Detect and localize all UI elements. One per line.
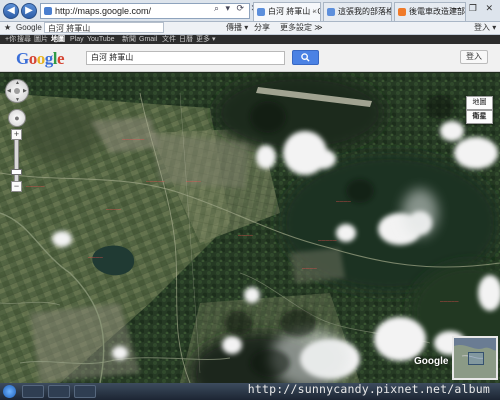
pan-down-icon[interactable]: ▼ (15, 97, 20, 103)
gbar-item[interactable]: 搜尋 (17, 35, 31, 44)
browser-login-button[interactable]: 登入 ▾ (474, 22, 496, 34)
login-button[interactable]: 登入 (460, 50, 488, 64)
tab-maps[interactable]: 白河 將軍山 - Google ... × (253, 2, 321, 21)
tab-yahoo[interactable]: 這張我的部落格 - Yahoo!... (323, 2, 392, 21)
toolbar-search-input[interactable]: 白河 將軍山 (44, 22, 164, 33)
pegman-icon[interactable]: ● (8, 109, 26, 127)
maps-search-input[interactable]: 白河 將軍山 (86, 51, 285, 65)
tab-close-icon[interactable]: × (312, 3, 317, 21)
gbar-item-active[interactable]: 地圖 (51, 35, 65, 44)
place-label[interactable]: ──── (106, 207, 121, 213)
maps-header: Google 白河 將軍山 登入 (0, 44, 500, 72)
taskbar-item[interactable] (48, 385, 70, 398)
place-label[interactable]: ───── (440, 299, 459, 305)
overview-minimap[interactable] (452, 336, 498, 380)
start-button-icon[interactable] (3, 385, 16, 398)
watermark-url: http://sunnycandy.pixnet.net/album (247, 382, 490, 396)
gbar-item[interactable]: Play (70, 35, 84, 44)
zoom-slider-knob[interactable] (11, 169, 22, 175)
search-button[interactable] (292, 50, 319, 65)
place-label[interactable]: ──── (302, 266, 317, 272)
place-label[interactable]: ──── (336, 199, 351, 205)
satellite-imagery (0, 73, 500, 383)
pan-up-icon[interactable]: ▲ (15, 80, 20, 86)
place-label[interactable]: ──── (88, 255, 103, 261)
taskbar-item[interactable] (22, 385, 44, 398)
place-label[interactable]: ───── (318, 238, 337, 244)
pan-right-icon[interactable]: ▶ (23, 88, 27, 94)
browser-command-bar: ★ Google 白河 將軍山 傳播 ▾ 分享 更多設定 ≫ 登入 ▾ (0, 22, 500, 35)
back-arrow-icon[interactable]: ◀ (3, 3, 19, 19)
forward-arrow-icon[interactable]: ▶ (21, 3, 37, 19)
site-favicon (44, 7, 52, 15)
search-icon (301, 53, 310, 62)
place-label[interactable]: ───── (146, 179, 165, 185)
place-label[interactable]: ───── (26, 184, 45, 190)
google-logo[interactable]: Google (16, 49, 65, 69)
share-button[interactable]: 分享 (254, 22, 270, 34)
zoom-in-button[interactable]: + (11, 129, 22, 140)
satellite-map[interactable]: ────── ───── ──── ──── ───── ──── ───── … (0, 73, 500, 383)
satellite-type-button[interactable]: 衛星 (466, 110, 493, 124)
taskbar-item[interactable] (74, 385, 96, 398)
gbar-item[interactable]: YouTube (87, 35, 115, 44)
gbar-item[interactable]: +你 (5, 35, 16, 44)
more-settings-button[interactable]: 更多設定 ≫ (280, 22, 323, 34)
zoom-out-button[interactable]: − (11, 181, 22, 192)
pan-left-icon[interactable]: ◀ (7, 88, 11, 94)
browser-titlebar: ◀ ▶ http://maps.google.com/ ⌕ ▾ ⟳ ✕ 白河 將… (0, 0, 500, 22)
pan-center (14, 88, 20, 94)
tab-label: 這張我的部落格 - Yahoo!... (338, 7, 392, 16)
gbar-item[interactable]: 更多 ▾ (196, 35, 215, 44)
google-black-bar: +你 搜尋 圖片 地圖 Play YouTube 新聞 Gmail 文件 日曆 … (0, 35, 500, 44)
pan-control[interactable]: ▲ ▼ ◀ ▶ (5, 79, 29, 103)
tab-favicon (398, 8, 406, 16)
toolbar-extra[interactable]: 傳播 ▾ (226, 22, 248, 34)
gbar-item[interactable]: 新聞 (122, 35, 136, 44)
minimap-viewport[interactable] (468, 352, 484, 365)
address-text: http://maps.google.com/ (55, 6, 152, 16)
place-label[interactable]: ──── (186, 179, 201, 185)
gbar-item[interactable]: 日曆 (179, 35, 193, 44)
gbar-item[interactable]: Gmail (139, 35, 157, 44)
map-corner-logo: Google (414, 356, 449, 367)
window-controls[interactable]: — ❐ ✕ (451, 3, 496, 14)
google-toolbar-label: Google (16, 23, 42, 32)
tab-favicon (327, 8, 335, 16)
place-label[interactable]: ────── (122, 137, 144, 143)
map-type-button[interactable]: 地圖 (466, 96, 493, 110)
gbar-item[interactable]: 文件 (162, 35, 176, 44)
favorites-star-icon[interactable]: ★ (4, 22, 11, 34)
place-label[interactable]: ──── (238, 233, 253, 239)
tab-favicon (257, 8, 265, 16)
gbar-item[interactable]: 圖片 (34, 35, 48, 44)
